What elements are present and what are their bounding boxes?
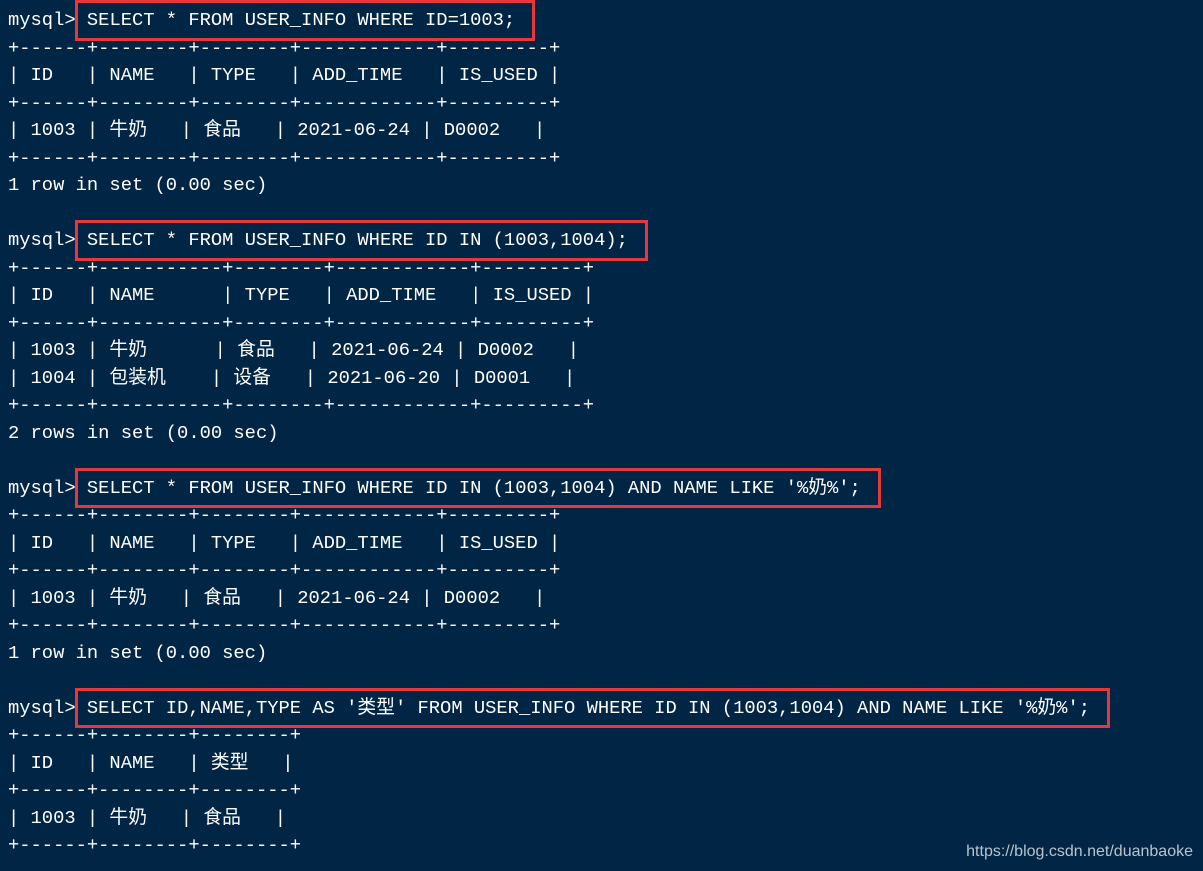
table-border: +------+-----------+--------+-----------… (8, 311, 595, 334)
result-status: 2 rows in set (0.00 sec) (8, 421, 279, 444)
sql-command-text: SELECT * FROM USER_INFO WHERE ID IN (100… (86, 229, 628, 251)
table-header: | ID | NAME | 类型 | (8, 751, 294, 774)
table-row: | 1003 | 牛奶 | 食品 | 2021-06-24 | D0002 | (8, 119, 546, 141)
table-border: +------+--------+--------+------------+-… (8, 504, 561, 526)
prompt: mysql> (8, 9, 87, 31)
table-border: +------+--------+--------+------------+-… (8, 36, 561, 59)
prompt: mysql> (8, 696, 87, 719)
result-status: 1 row in set (0.00 sec) (8, 174, 268, 196)
command-line: mysql> SELECT * FROM USER_INFO WHERE ID … (8, 467, 1203, 508)
table-border: +------+--------+--------+------------+-… (8, 559, 561, 581)
table-border: +------+--------+--------+------------+-… (8, 614, 561, 636)
result-status: 1 row in set (0.00 sec) (8, 641, 268, 664)
table-border: +------+-----------+--------+-----------… (8, 256, 595, 279)
table-border: +------+--------+--------+------------+-… (8, 91, 561, 114)
command-line: mysql> SELECT * FROM USER_INFO WHERE ID=… (8, 0, 1203, 41)
sql-command-text: SELECT * FROM USER_INFO WHERE ID IN (100… (86, 476, 861, 499)
table-row: | 1003 | 牛奶 | 食品 | (8, 806, 286, 829)
table-header: | ID | NAME | TYPE | ADD_TIME | IS_USED … (8, 531, 561, 554)
terminal-output[interactable]: mysql> SELECT * FROM USER_INFO WHERE ID=… (8, 0, 1203, 871)
table-row: | 1004 | 包装机 | 设备 | 2021-06-20 | D0001 | (8, 366, 576, 389)
table-border: +------+--------+--------+------------+-… (8, 146, 561, 169)
sql-command: SELECT * FROM USER_INFO WHERE ID=1003; (74, 0, 536, 41)
table-border: +------+-----------+--------+-----------… (8, 394, 595, 416)
sql-command: SELECT * FROM USER_INFO WHERE ID IN (100… (74, 467, 881, 508)
sql-command-text: SELECT * FROM USER_INFO WHERE ID=1003; (86, 9, 516, 31)
sql-command: SELECT * FROM USER_INFO WHERE ID IN (100… (74, 220, 648, 261)
table-row: | 1003 | 牛奶 | 食品 | 2021-06-24 | D0002 | (8, 339, 580, 361)
prompt: mysql> (8, 229, 87, 251)
table-header: | ID | NAME | TYPE | ADD_TIME | IS_USED … (8, 284, 595, 306)
table-border: +------+--------+--------+ (8, 779, 302, 801)
prompt: mysql> (8, 476, 87, 499)
command-line: mysql> SELECT ID,NAME,TYPE AS '类型' FROM … (8, 687, 1203, 728)
table-header: | ID | NAME | TYPE | ADD_TIME | IS_USED … (8, 64, 561, 86)
watermark: https://blog.csdn.net/duanbaoke (966, 843, 1193, 860)
sql-command-text: SELECT ID,NAME,TYPE AS '类型' FROM USER_IN… (86, 696, 1090, 719)
table-border: +------+--------+--------+ (8, 724, 302, 746)
sql-command: SELECT ID,NAME,TYPE AS '类型' FROM USER_IN… (74, 687, 1110, 728)
table-row: | 1003 | 牛奶 | 食品 | 2021-06-24 | D0002 | (8, 586, 546, 609)
command-line: mysql> SELECT * FROM USER_INFO WHERE ID … (8, 220, 1203, 261)
